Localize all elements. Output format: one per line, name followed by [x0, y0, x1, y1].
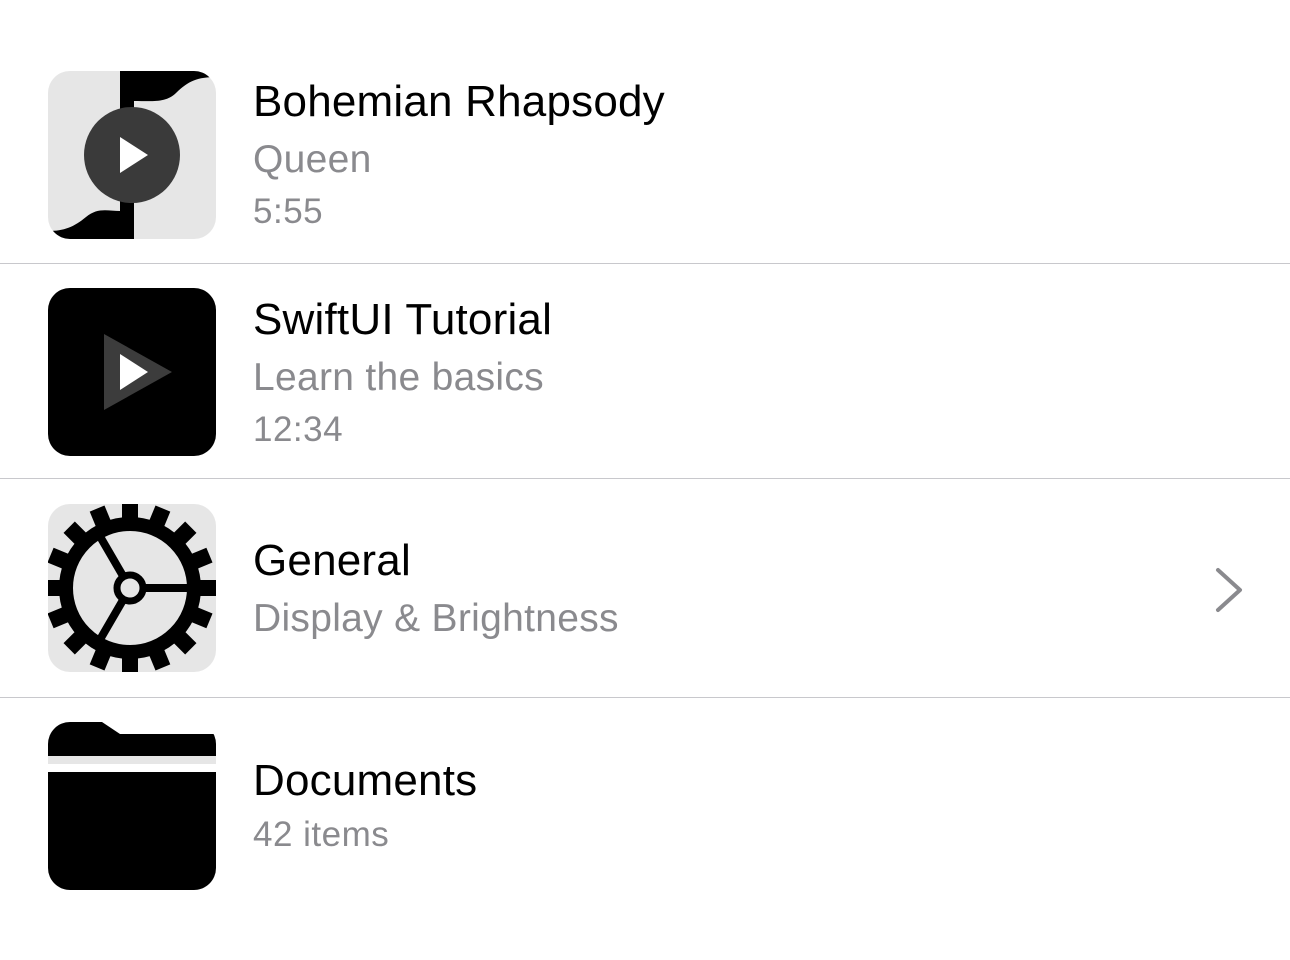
item-title: Documents — [253, 756, 478, 805]
list-item-folder[interactable]: Documents 42 items — [0, 698, 1290, 908]
list-item-text: Documents 42 items — [253, 755, 477, 857]
content-list: Bohemian Rhapsody Queen 5:55 SwiftUI Tut… — [0, 0, 1290, 960]
music-note-play-icon — [48, 71, 216, 239]
item-subtitle: Queen — [253, 138, 372, 181]
list-item-text: SwiftUI Tutorial Learn the basics 12:34 — [253, 294, 552, 452]
item-count: 42 items — [253, 815, 390, 854]
item-title: Bohemian Rhapsody — [253, 77, 665, 126]
list-item-text: Bohemian Rhapsody Queen 5:55 — [253, 76, 665, 234]
item-subtitle: Learn the basics — [253, 356, 544, 399]
gear-icon — [48, 504, 216, 672]
item-title: SwiftUI Tutorial — [253, 295, 553, 344]
item-duration: 5:55 — [253, 192, 324, 231]
list-item-text: General Display & Brightness — [253, 535, 619, 643]
chevron-right-icon — [1216, 568, 1242, 612]
item-title: General — [253, 536, 411, 585]
item-subtitle: Display & Brightness — [253, 597, 619, 640]
list-item-song[interactable]: Bohemian Rhapsody Queen 5:55 — [0, 48, 1290, 263]
list-item-video[interactable]: SwiftUI Tutorial Learn the basics 12:34 — [0, 264, 1290, 478]
folder-icon — [48, 722, 216, 890]
video-play-icon — [48, 288, 216, 456]
list-item-settings[interactable]: General Display & Brightness — [0, 479, 1290, 697]
item-duration: 12:34 — [253, 410, 344, 449]
